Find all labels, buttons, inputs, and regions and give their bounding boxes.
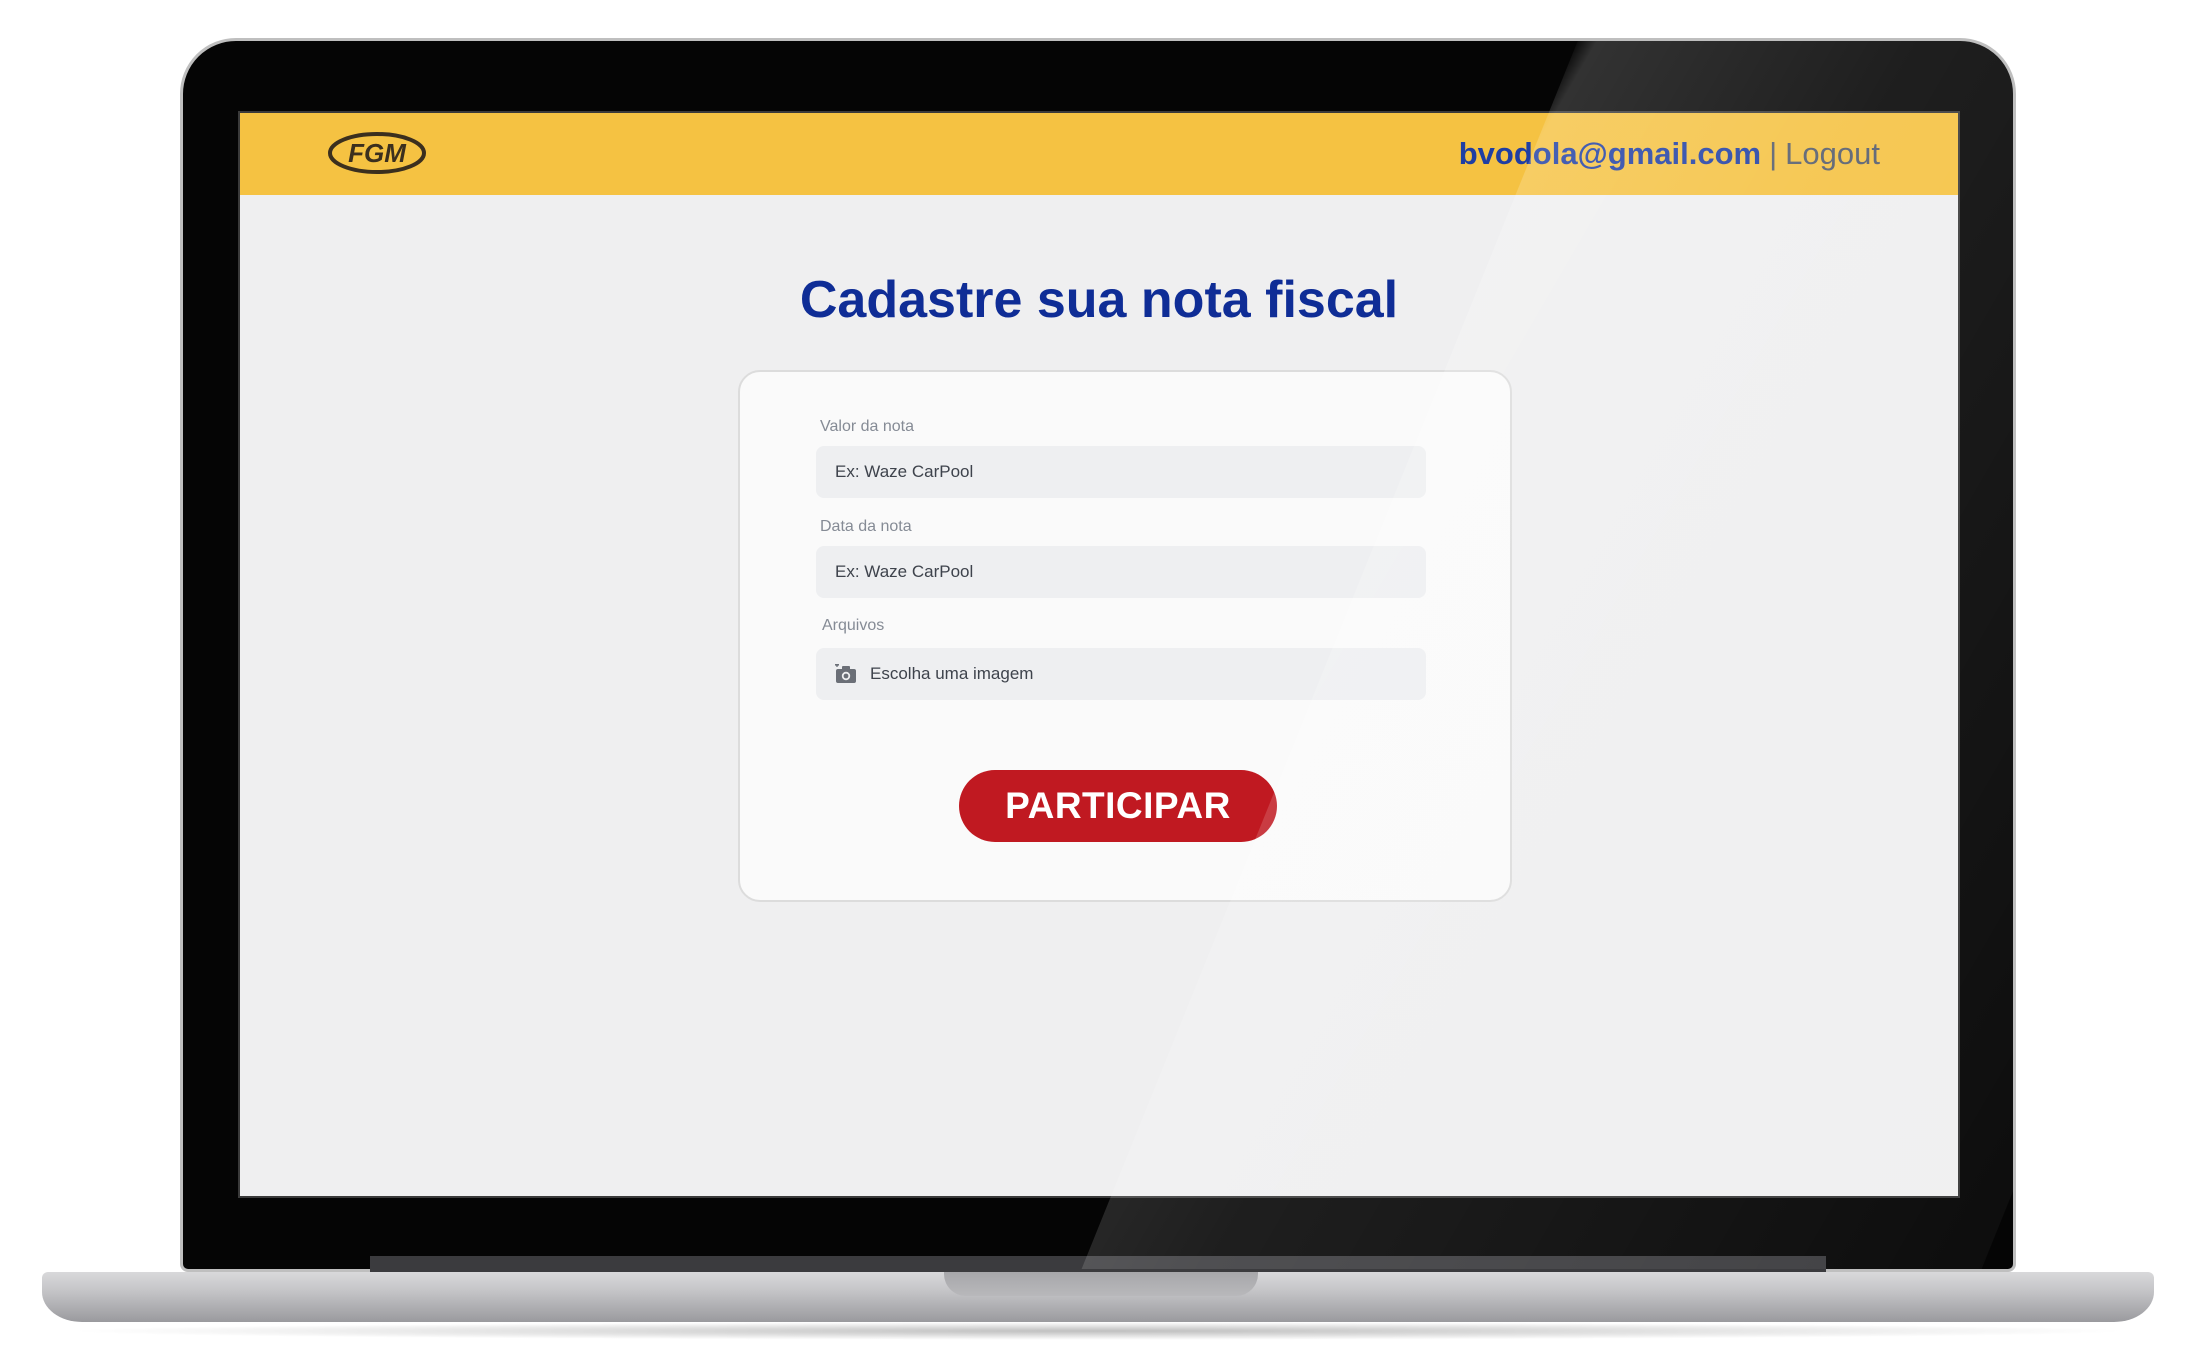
valor-placeholder: Ex: Waze CarPool	[835, 462, 974, 481]
logout-link[interactable]: Logout	[1785, 136, 1880, 171]
svg-text:FGM: FGM	[348, 138, 407, 168]
separator: |	[1769, 136, 1778, 171]
file-placeholder: Escolha uma imagem	[870, 664, 1034, 683]
file-upload-input[interactable]: Escolha uma imagem	[816, 648, 1426, 700]
data-input[interactable]: Ex: Waze CarPool	[816, 546, 1426, 598]
laptop-hinge	[370, 1256, 1826, 1272]
camera-icon	[835, 664, 856, 683]
invoice-form: Valor da nota Ex: Waze CarPool Data da n…	[738, 370, 1512, 902]
account-area: bvodola@gmail.com | Logout	[1459, 135, 1880, 173]
app-screen: FGM bvodola@gmail.com | Logout Cadastre su…	[238, 111, 1960, 1198]
data-placeholder: Ex: Waze CarPool	[835, 562, 974, 581]
valor-label: Valor da nota	[820, 418, 914, 435]
fgm-logo: FGM	[328, 132, 426, 174]
participar-button[interactable]: PARTICIPAR	[959, 770, 1277, 842]
top-bar: FGM bvodola@gmail.com | Logout	[240, 113, 1958, 195]
laptop-notch	[944, 1272, 1258, 1296]
laptop-mockup: FGM bvodola@gmail.com | Logout Cadastre su…	[0, 0, 2196, 1364]
page-title: Cadastre sua nota fiscal	[799, 271, 1399, 329]
arquivos-label: Arquivos	[822, 617, 885, 634]
laptop-shadow	[60, 1322, 2136, 1340]
user-email: bvodola@gmail.com	[1458, 136, 1762, 171]
valor-input[interactable]: Ex: Waze CarPool	[816, 446, 1426, 498]
data-label: Data da nota	[820, 518, 912, 535]
